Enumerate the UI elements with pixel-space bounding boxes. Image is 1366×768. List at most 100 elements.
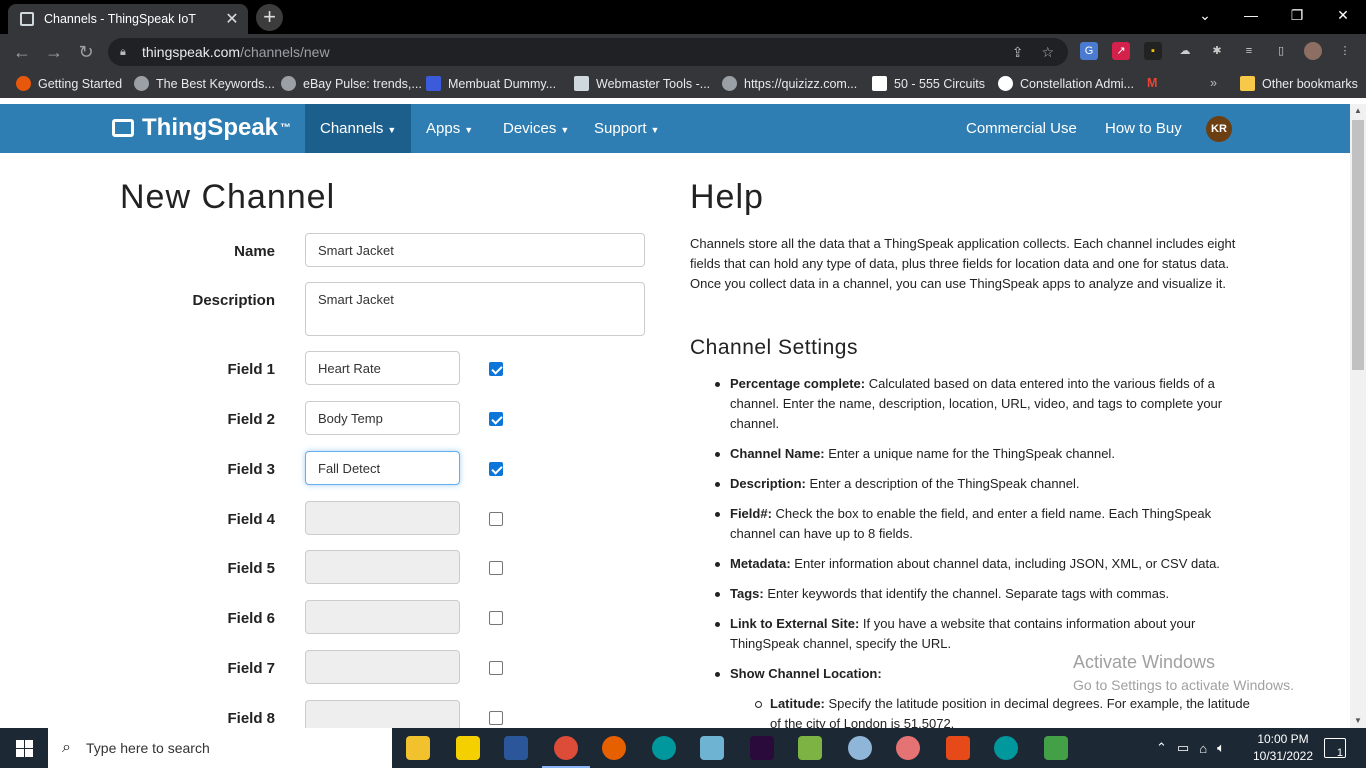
- field-8-label: Field 8: [227, 710, 275, 727]
- side-panel-icon[interactable]: ▯: [1272, 42, 1290, 60]
- field-7-checkbox[interactable]: [489, 661, 503, 675]
- reload-icon[interactable]: ↻: [74, 40, 98, 64]
- field-8-checkbox[interactable]: [489, 711, 503, 725]
- back-arrow-icon[interactable]: ←: [10, 40, 34, 64]
- restore-button[interactable]: ❐: [1274, 0, 1320, 30]
- reading-list-icon[interactable]: ≡: [1240, 42, 1258, 60]
- page-scrollbar[interactable]: ▲ ▼: [1350, 104, 1366, 728]
- field-5-input[interactable]: [305, 550, 460, 584]
- design-app-icon[interactable]: [896, 736, 920, 760]
- forward-arrow-icon[interactable]: →: [42, 40, 66, 64]
- taskbar-search-box[interactable]: ⌕ Type here to search: [48, 728, 392, 768]
- word-icon[interactable]: [504, 736, 528, 760]
- share-icon[interactable]: ⇪: [1012, 38, 1024, 66]
- chevron-up-icon[interactable]: ⌃: [1156, 740, 1167, 756]
- close-window-button[interactable]: ✕: [1320, 0, 1366, 30]
- gmail-icon[interactable]: M: [1147, 76, 1157, 90]
- description-textarea[interactable]: Smart Jacket: [305, 282, 645, 336]
- network-icon[interactable]: ⌂: [1199, 741, 1207, 756]
- field-3-checkbox[interactable]: [489, 462, 503, 476]
- nav-commercial-use[interactable]: Commercial Use: [951, 104, 1092, 153]
- profile-avatar-icon[interactable]: [1304, 42, 1322, 60]
- bookmark-item[interactable]: eBay Pulse: trends,...: [281, 76, 422, 91]
- scroll-up-arrow-icon[interactable]: ▲: [1350, 104, 1366, 118]
- nav-how-to-buy[interactable]: How to Buy: [1090, 104, 1197, 153]
- url-host: thingspeak.com: [142, 44, 241, 60]
- sticky-notes-icon[interactable]: [456, 736, 480, 760]
- start-button[interactable]: [0, 728, 48, 768]
- slides-app-icon[interactable]: [946, 736, 970, 760]
- arduino-icon[interactable]: [652, 736, 676, 760]
- field-7-input[interactable]: [305, 650, 460, 684]
- field-2-input[interactable]: Body Temp: [305, 401, 460, 435]
- field-4-label: Field 4: [227, 511, 275, 528]
- speech-bubble-icon: [112, 119, 134, 137]
- name-input[interactable]: Smart Jacket: [305, 233, 645, 267]
- globe-icon: [281, 76, 296, 91]
- notepad-icon[interactable]: [700, 736, 724, 760]
- field-2-checkbox[interactable]: [489, 412, 503, 426]
- field-5-checkbox[interactable]: [489, 561, 503, 575]
- field-6-checkbox[interactable]: [489, 611, 503, 625]
- field-5-label: Field 5: [227, 560, 275, 577]
- arrow-extension-icon[interactable]: ↗: [1112, 42, 1130, 60]
- user-avatar[interactable]: KR: [1206, 116, 1232, 142]
- bookmark-item[interactable]: https://quizizz.com...: [722, 76, 857, 91]
- scroll-down-arrow-icon[interactable]: ▼: [1350, 714, 1366, 728]
- tab-close-icon[interactable]: ✕: [220, 9, 244, 29]
- field-1-label: Field 1: [227, 361, 275, 378]
- taskbar-clock[interactable]: 10:00 PM 10/31/2022: [1248, 731, 1318, 765]
- minimize-button[interactable]: —: [1228, 0, 1274, 30]
- bookmarks-more-button[interactable]: »: [1210, 76, 1217, 90]
- browser-tab-active[interactable]: Channels - ThingSpeak IoT ✕: [8, 4, 248, 34]
- browser-menu-icon[interactable]: ⋮: [1336, 42, 1354, 60]
- google-translate-extension-icon[interactable]: G: [1080, 42, 1098, 60]
- editor-icon[interactable]: [798, 736, 822, 760]
- field-3-input[interactable]: Fall Detect: [305, 451, 460, 485]
- volume-icon[interactable]: 🔈︎: [1217, 740, 1225, 756]
- bookmark-item[interactable]: Membuat Dummy...: [426, 76, 556, 91]
- field-1-input[interactable]: Heart Rate: [305, 351, 460, 385]
- nav-channels[interactable]: Channels ▼: [305, 104, 411, 153]
- field-4-checkbox[interactable]: [489, 512, 503, 526]
- new-tab-button[interactable]: +: [256, 4, 283, 31]
- chrome-icon[interactable]: [542, 736, 590, 768]
- firefox-taskbar-icon[interactable]: [602, 736, 626, 760]
- address-bar[interactable]: 🔒︎ thingspeak.com/channels/new ⇪ ☆: [108, 38, 1068, 66]
- bookmark-item[interactable]: The Best Keywords...: [134, 76, 275, 91]
- other-bookmarks-folder[interactable]: Other bookmarks: [1240, 76, 1358, 91]
- bookmark-item[interactable]: Constellation Admi...: [998, 76, 1134, 91]
- field-4-input[interactable]: [305, 501, 460, 535]
- notifications-icon[interactable]: 1: [1324, 738, 1346, 759]
- scrollbar-thumb[interactable]: [1352, 120, 1364, 370]
- bookmark-item[interactable]: Getting Started: [16, 76, 122, 91]
- field-2-label: Field 2: [227, 411, 275, 428]
- list-item: Link to External Site: If you have a web…: [715, 614, 1250, 654]
- paint-icon[interactable]: [848, 736, 872, 760]
- bookmark-item[interactable]: 50 - 555 Circuits: [872, 76, 985, 91]
- tab-title: Channels - ThingSpeak IoT: [44, 12, 196, 26]
- arduino-ide-icon[interactable]: [994, 736, 1018, 760]
- cloud-extension-icon[interactable]: ☁: [1176, 42, 1194, 60]
- field-8-input[interactable]: [305, 700, 460, 728]
- field-6-input[interactable]: [305, 600, 460, 634]
- globe-icon: [134, 76, 149, 91]
- premiere-icon[interactable]: [750, 736, 774, 760]
- bookmark-item[interactable]: Webmaster Tools -...: [574, 76, 710, 91]
- browser-titlebar: Channels - ThingSpeak IoT ✕ + ⌄ — ❐ ✕: [0, 0, 1366, 34]
- bookmark-star-icon[interactable]: ☆: [1041, 38, 1054, 66]
- thingspeak-logo[interactable]: ThingSpeak ™: [112, 114, 291, 142]
- dark-extension-icon[interactable]: ▪: [1144, 42, 1162, 60]
- chart-app-icon[interactable]: [1044, 736, 1068, 760]
- puzzle-extensions-icon[interactable]: ✱: [1208, 42, 1226, 60]
- field-1-checkbox[interactable]: [489, 362, 503, 376]
- tab-search-chevron-down-icon[interactable]: ⌄: [1182, 0, 1228, 30]
- name-label: Name: [234, 243, 275, 260]
- nav-devices[interactable]: Devices ▼: [488, 104, 584, 153]
- channel-settings-heading: Channel Settings: [690, 336, 858, 359]
- nav-support[interactable]: Support ▼: [579, 104, 674, 153]
- battery-icon[interactable]: ▭: [1177, 740, 1189, 756]
- constellation-icon: [998, 76, 1013, 91]
- file-explorer-icon[interactable]: [406, 736, 430, 760]
- nav-apps[interactable]: Apps ▼: [411, 104, 488, 153]
